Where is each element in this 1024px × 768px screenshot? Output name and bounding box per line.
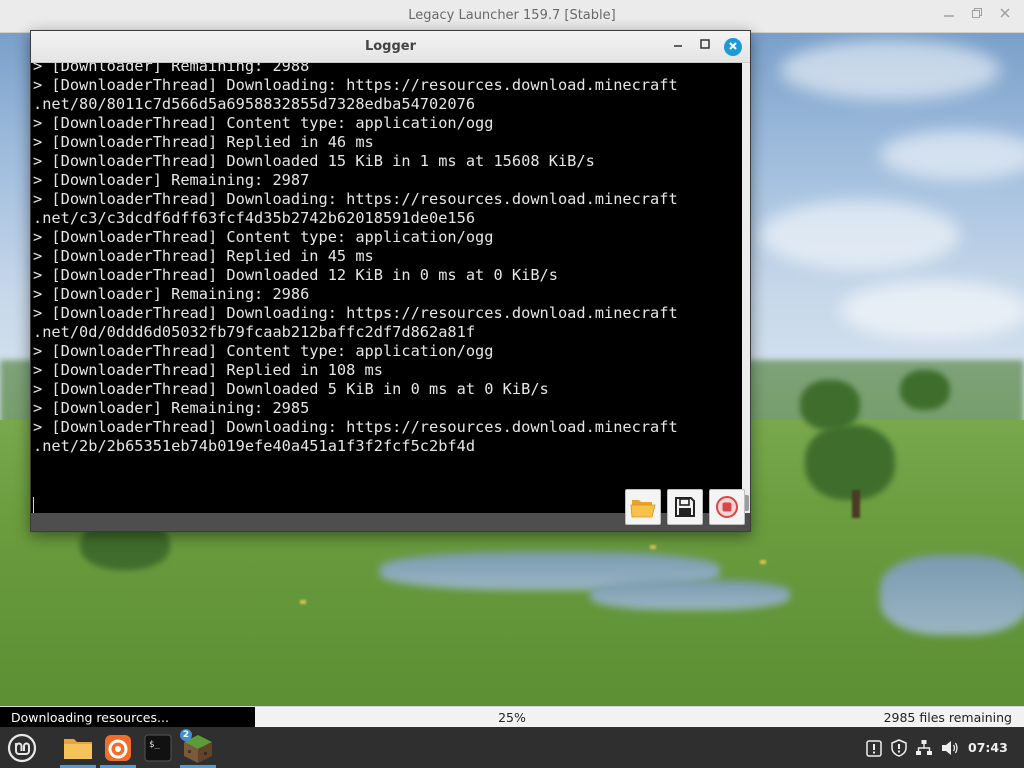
launcher-statusbar: Downloading resources... 25% 2985 files … xyxy=(0,706,1024,728)
logger-titlebar[interactable]: Logger xyxy=(31,31,750,63)
tray-security[interactable] xyxy=(889,738,909,758)
launcher-badge: 2 xyxy=(180,729,192,741)
save-icon xyxy=(675,497,695,517)
log-console[interactable]: > [Downloader] Remaining: 2988 > [Downloa… xyxy=(31,63,742,513)
minimize-icon xyxy=(944,15,954,17)
logger-close-button[interactable] xyxy=(724,38,742,56)
shield-icon xyxy=(891,739,907,757)
log-line: > [Downloader] Remaining: 2987 xyxy=(33,171,310,189)
network-icon xyxy=(916,740,932,755)
tray-volume[interactable] xyxy=(940,738,960,758)
taskbar: $_ 2 07:43 xyxy=(0,727,1024,768)
log-line: > [DownloaderThread] Downloading: https:… xyxy=(33,304,678,322)
log-line: > [DownloaderThread] Downloading: https:… xyxy=(33,76,678,94)
taskbar-clock[interactable]: 07:43 xyxy=(968,740,1008,755)
logger-window: Logger > [Downloader] Remaining: 2988 > [… xyxy=(30,30,751,532)
firefox-icon xyxy=(105,735,131,761)
log-line: > [DownloaderThread] Replied in 46 ms xyxy=(33,133,374,151)
linux-mint-menu-button[interactable] xyxy=(4,730,40,766)
log-line: > [DownloaderThread] Downloaded 12 KiB i… xyxy=(33,266,558,284)
save-log-button[interactable] xyxy=(667,489,703,525)
open-folder-button[interactable] xyxy=(625,489,661,525)
log-line: > [DownloaderThread] Downloaded 5 KiB in… xyxy=(33,380,549,398)
log-lines: > [Downloader] Remaining: 2988 > [Downloa… xyxy=(31,63,678,456)
logger-title: Logger xyxy=(364,39,417,54)
log-scrollbar[interactable] xyxy=(742,63,750,513)
update-manager-icon xyxy=(866,740,882,757)
logger-minimize-button[interactable] xyxy=(669,38,687,56)
launcher-close-button[interactable] xyxy=(996,7,1014,25)
taskbar-firefox[interactable] xyxy=(100,730,136,766)
folder-open-icon xyxy=(630,500,656,518)
launcher-maximize-button[interactable] xyxy=(968,7,986,25)
logger-maximize-button[interactable] xyxy=(696,38,714,56)
log-line: > [DownloaderThread] Content type: appli… xyxy=(33,342,494,360)
tray-update-manager[interactable] xyxy=(864,738,884,758)
log-line: > [DownloaderThread] Content type: appli… xyxy=(33,114,494,132)
log-line: > [DownloaderThread] Replied in 108 ms xyxy=(33,361,383,379)
taskbar-terminal[interactable]: $_ xyxy=(140,730,176,766)
volume-icon xyxy=(942,741,958,755)
log-line: .net/80/8011c7d566d5a6958832855d7328edba… xyxy=(33,95,476,113)
files-icon xyxy=(64,739,92,759)
maximize-icon xyxy=(700,39,710,49)
download-progress-text: 25% xyxy=(498,710,526,725)
tray-network[interactable] xyxy=(914,738,934,758)
log-line: > [DownloaderThread] Downloading: https:… xyxy=(33,190,678,208)
log-line: > [DownloaderThread] Downloading: https:… xyxy=(33,418,678,436)
download-status-text: Downloading resources... xyxy=(0,707,255,728)
restore-icon xyxy=(972,8,982,18)
launcher-title: Legacy Launcher 159.7 [Stable] xyxy=(408,8,616,23)
linux-mint-menu-icon xyxy=(7,733,37,763)
launcher-minimize-button[interactable] xyxy=(940,7,958,25)
log-line: > [DownloaderThread] Content type: appli… xyxy=(33,228,494,246)
stop-logging-button[interactable] xyxy=(709,489,745,525)
files-remaining-text: 2985 files remaining xyxy=(883,710,1012,725)
log-line: > [DownloaderThread] Downloaded 15 KiB i… xyxy=(33,152,595,170)
log-line: .net/0d/0ddd6d05032fb79fcaab212baffc2df7… xyxy=(33,323,476,341)
stop-icon xyxy=(716,496,738,518)
terminal-icon: $_ xyxy=(144,734,172,762)
minimize-icon xyxy=(674,45,682,47)
close-icon xyxy=(1000,8,1010,18)
taskbar-legacy-launcher[interactable]: 2 xyxy=(180,729,216,766)
log-line: > [Downloader] Remaining: 2985 xyxy=(33,399,310,417)
log-line: > [Downloader] Remaining: 2986 xyxy=(33,285,310,303)
text-caret xyxy=(33,497,34,513)
launcher-titlebar: Legacy Launcher 159.7 [Stable] xyxy=(0,0,1024,33)
log-line: .net/2b/2b65351eb74b019efe40a451a1f3f2fc… xyxy=(33,437,476,455)
svg-text:$_: $_ xyxy=(149,740,160,750)
log-line: > [DownloaderThread] Replied in 45 ms xyxy=(33,247,374,265)
log-line: .net/c3/c3dcdf6dff63fcf4d35b2742b6201859… xyxy=(33,209,476,227)
log-line: > [Downloader] Remaining: 2988 xyxy=(33,63,310,75)
close-icon xyxy=(729,42,737,50)
taskbar-files[interactable] xyxy=(60,730,96,766)
